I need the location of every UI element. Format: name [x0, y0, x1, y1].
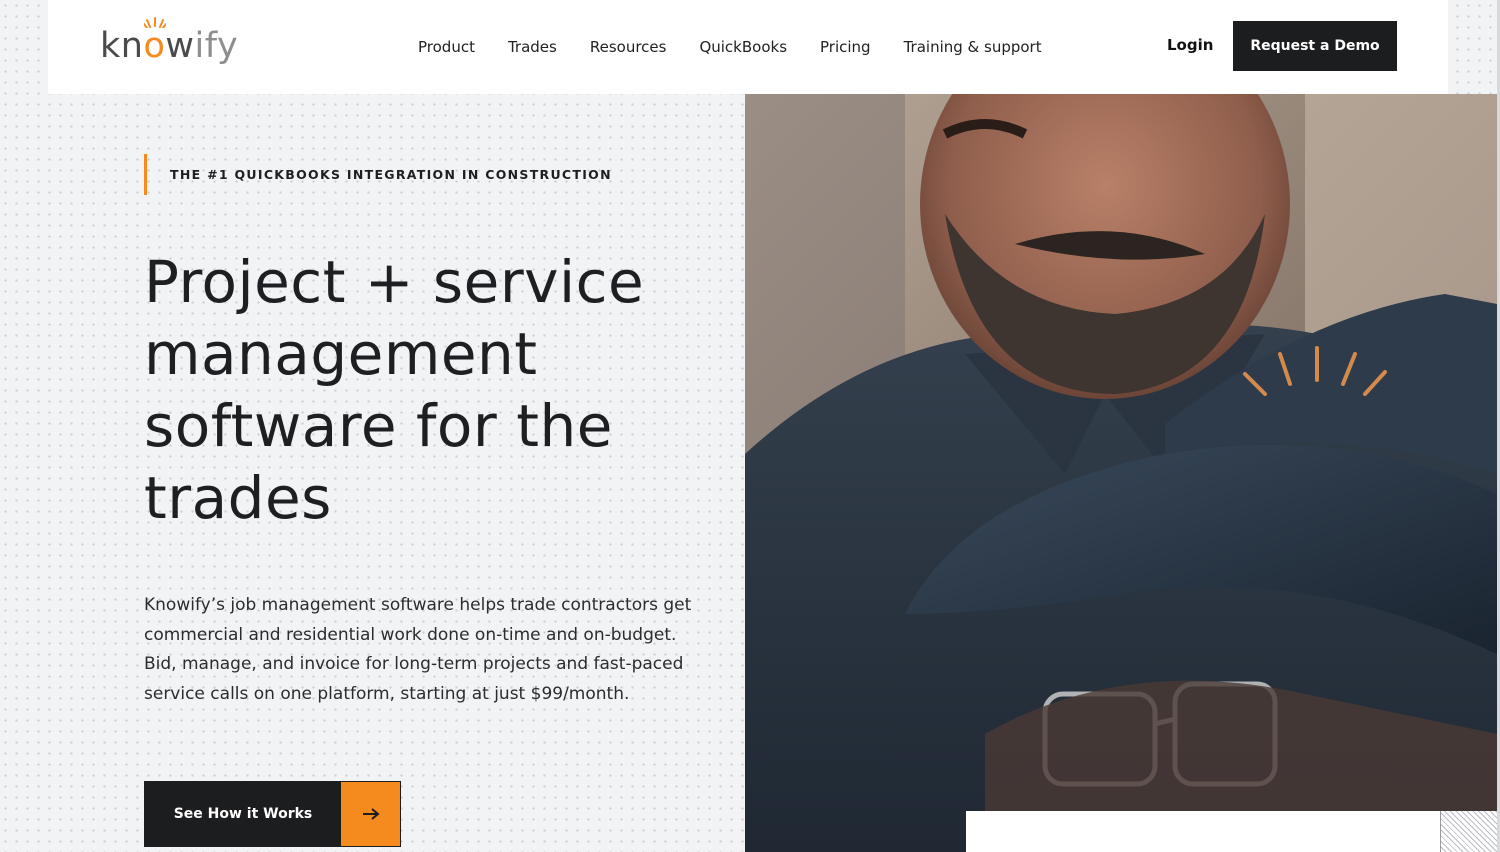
logo-text-kn: kn — [100, 26, 144, 66]
hero-headline: Project + service management software fo… — [144, 246, 704, 534]
headline-line-3: software for the — [144, 392, 613, 460]
hero-eyebrow: THE #1 QUICKBOOKS INTEGRATION IN CONSTRU… — [144, 154, 612, 195]
headline-line-1: Project + service — [144, 248, 645, 316]
hero-photo — [745, 94, 1497, 852]
nav-item-pricing[interactable]: Pricing — [820, 38, 871, 56]
logo-text-w: w — [165, 26, 195, 66]
top-navbar: kn o w ify Product Trades Resources Quic… — [48, 0, 1448, 94]
overlay-card — [966, 811, 1440, 852]
hero-section: THE #1 QUICKBOOKS INTEGRATION IN CONSTRU… — [0, 94, 745, 852]
login-link[interactable]: Login — [1167, 36, 1213, 54]
headline-line-4: trades — [144, 464, 332, 532]
hatch-decoration — [1440, 811, 1497, 852]
nav-item-trades[interactable]: Trades — [508, 38, 557, 56]
logo-text-o: o — [143, 26, 166, 66]
hero-description: Knowify’s job management software helps … — [144, 595, 692, 704]
logo-sun-icon — [144, 17, 167, 28]
knowify-logo[interactable]: kn o w ify — [100, 17, 239, 66]
see-how-it-works-button[interactable]: See How it Works — [144, 781, 401, 847]
logo-o-with-sun: o — [143, 17, 167, 66]
person-photo-illustration — [745, 94, 1497, 852]
nav-item-product[interactable]: Product — [418, 38, 475, 56]
nav-item-quickbooks[interactable]: QuickBooks — [699, 38, 787, 56]
headline-line-2: management — [144, 320, 538, 388]
arrow-right-icon — [362, 808, 380, 820]
cta-label: See How it Works — [145, 782, 341, 846]
nav-item-resources[interactable]: Resources — [590, 38, 667, 56]
logo-text-ify: ify — [194, 26, 239, 66]
nav-item-training-support[interactable]: Training & support — [904, 38, 1042, 56]
request-demo-button[interactable]: Request a Demo — [1233, 21, 1397, 71]
main-nav: Product Trades Resources QuickBooks Pric… — [418, 0, 1075, 94]
cta-arrow-box — [341, 782, 400, 846]
